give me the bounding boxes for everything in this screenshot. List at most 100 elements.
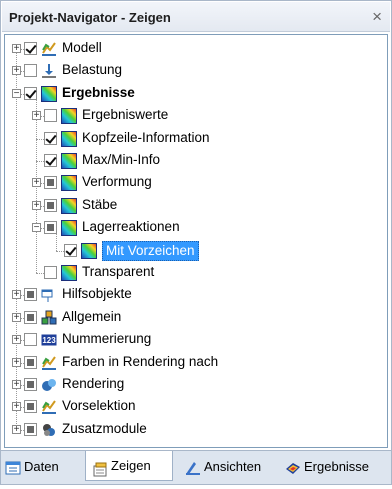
expand-toggle-icon[interactable]: +	[12, 44, 21, 54]
close-icon[interactable]: ×	[372, 7, 382, 27]
collapse-toggle-icon[interactable]: −	[12, 88, 21, 98]
model-icon	[41, 399, 57, 415]
display-tab-icon	[92, 459, 108, 477]
panel-title: Projekt-Navigator - Zeigen	[9, 10, 171, 25]
results-icon	[81, 242, 97, 259]
tree-item[interactable]: + Zusatzmodule	[5, 419, 387, 441]
tree-item-checkbox[interactable]	[64, 243, 77, 257]
tree-item-checkbox[interactable]	[44, 154, 57, 167]
tree-item[interactable]: + Farben in Rendering nach	[5, 352, 387, 374]
tree-item-label: Max/Min-Info	[82, 152, 161, 167]
addon-modules-icon	[41, 422, 57, 438]
tab-label: Ergebnisse	[304, 459, 370, 474]
tree-item-checkbox[interactable]	[44, 176, 57, 190]
rendering-icon	[41, 377, 57, 393]
tree-item[interactable]: Kopfzeile-Information	[5, 128, 387, 150]
tree-item-label: Transparent	[82, 264, 155, 279]
tree-item-label: Modell	[62, 40, 102, 55]
numbering-icon: 123	[41, 332, 57, 348]
navigator-tab-bar: Daten Zeigen Ansichten Ergebnisse	[1, 450, 391, 484]
results-icon	[61, 197, 77, 214]
tree-item-label: Nummerierung	[62, 331, 152, 347]
tree-item[interactable]: + Rendering	[5, 374, 387, 396]
data-tab-icon	[5, 460, 21, 476]
expand-toggle-icon[interactable]: +	[12, 312, 21, 322]
tree-item-label: Zusatzmodule	[62, 420, 147, 436]
load-icon	[41, 63, 57, 79]
tree-item[interactable]: + Belastung	[5, 60, 387, 82]
tree-item[interactable]: + Stäbe	[5, 195, 387, 217]
expand-toggle-icon[interactable]: +	[12, 66, 21, 76]
expand-toggle-icon[interactable]: +	[12, 380, 21, 390]
tab-zeigen[interactable]: Zeigen	[85, 451, 173, 481]
tree-item-checkbox[interactable]	[24, 333, 37, 347]
tree-item-label: Hilfsobjekte	[62, 286, 132, 302]
tree-item-label: Mit Vorzeichen	[102, 240, 199, 261]
expand-toggle-icon[interactable]: +	[12, 424, 21, 434]
expand-toggle-icon[interactable]: +	[32, 111, 41, 121]
tree-item-checkbox[interactable]	[24, 86, 37, 100]
tree-item[interactable]: + Allgemein	[5, 307, 387, 329]
model-icon	[41, 41, 57, 57]
tree-item-label: Stäbe	[82, 196, 118, 212]
tree-item-checkbox[interactable]	[24, 288, 37, 302]
tree-item[interactable]: Mit Vorzeichen	[5, 240, 387, 262]
model-icon	[41, 355, 57, 371]
expand-toggle-icon[interactable]: +	[12, 335, 21, 345]
tree-item-checkbox[interactable]	[24, 64, 37, 78]
views-tab-icon	[185, 460, 201, 476]
panel-titlebar: Projekt-Navigator - Zeigen ×	[2, 2, 390, 32]
tree-item[interactable]: + Hilfsobjekte	[5, 284, 387, 306]
tree-item-label: Allgemein	[62, 308, 122, 324]
tree-item-label: Verformung	[82, 174, 152, 190]
tree-item-checkbox[interactable]	[44, 198, 57, 212]
tree-item-checkbox[interactable]	[24, 378, 37, 391]
tree-item[interactable]: Max/Min-Info	[5, 150, 387, 172]
results-icon	[61, 220, 77, 237]
tree-item-checkbox[interactable]	[44, 109, 57, 123]
tab-ansichten[interactable]: Ansichten	[185, 455, 277, 479]
results-tab-icon	[285, 460, 301, 476]
expand-toggle-icon[interactable]: +	[32, 200, 41, 210]
tree-item-label: Vorselektion	[62, 398, 136, 414]
results-icon	[61, 175, 77, 192]
tree-item-checkbox[interactable]	[44, 131, 57, 145]
results-icon	[61, 130, 77, 147]
tab-daten[interactable]: Daten	[5, 455, 83, 479]
tree-item-label: Belastung	[62, 62, 123, 78]
project-navigator-panel: Projekt-Navigator - Zeigen × + Modell + Bel…	[0, 0, 392, 485]
tree-item-label: Kopfzeile-Information	[82, 129, 210, 145]
tree-item[interactable]: + Modell	[5, 38, 387, 60]
tree-item-checkbox[interactable]	[24, 310, 37, 324]
collapse-toggle-icon[interactable]: −	[32, 223, 41, 233]
results-icon	[61, 153, 77, 169]
expand-toggle-icon[interactable]: +	[32, 178, 41, 188]
tree-item[interactable]: Transparent	[5, 262, 387, 284]
tree-item-checkbox[interactable]	[44, 266, 57, 279]
tree-item[interactable]: − Ergebnisse	[5, 83, 387, 105]
tab-label: Ansichten	[204, 459, 262, 474]
tab-label: Zeigen	[111, 458, 151, 473]
results-icon	[41, 85, 57, 102]
tree-item-checkbox[interactable]	[24, 355, 37, 369]
tree-item-checkbox[interactable]	[24, 400, 37, 414]
expand-toggle-icon[interactable]: +	[12, 357, 21, 367]
tree-item[interactable]: + Vorselektion	[5, 396, 387, 418]
tree-item-label: Rendering	[62, 376, 125, 391]
tab-ergebnisse[interactable]: Ergebnisse	[285, 455, 389, 479]
tree-item[interactable]: − Lagerreaktionen	[5, 217, 387, 239]
tree-item-checkbox[interactable]	[24, 42, 37, 55]
general-icon	[41, 310, 57, 326]
tab-label: Daten	[24, 459, 59, 474]
navigator-tree[interactable]: + Modell + Belastung − Ergebnisse + Ergebniswer…	[4, 34, 388, 448]
results-icon	[61, 108, 77, 125]
guide-objects-icon	[41, 287, 57, 303]
tree-item[interactable]: + Verformung	[5, 172, 387, 194]
expand-toggle-icon[interactable]: +	[12, 402, 21, 412]
expand-toggle-icon[interactable]: +	[12, 290, 21, 300]
tree-item[interactable]: +123 Nummerierung	[5, 329, 387, 351]
tree-item-label: Ergebniswerte	[82, 107, 169, 123]
tree-item-checkbox[interactable]	[24, 422, 37, 436]
tree-item[interactable]: + Ergebniswerte	[5, 105, 387, 127]
tree-item-checkbox[interactable]	[44, 221, 57, 235]
